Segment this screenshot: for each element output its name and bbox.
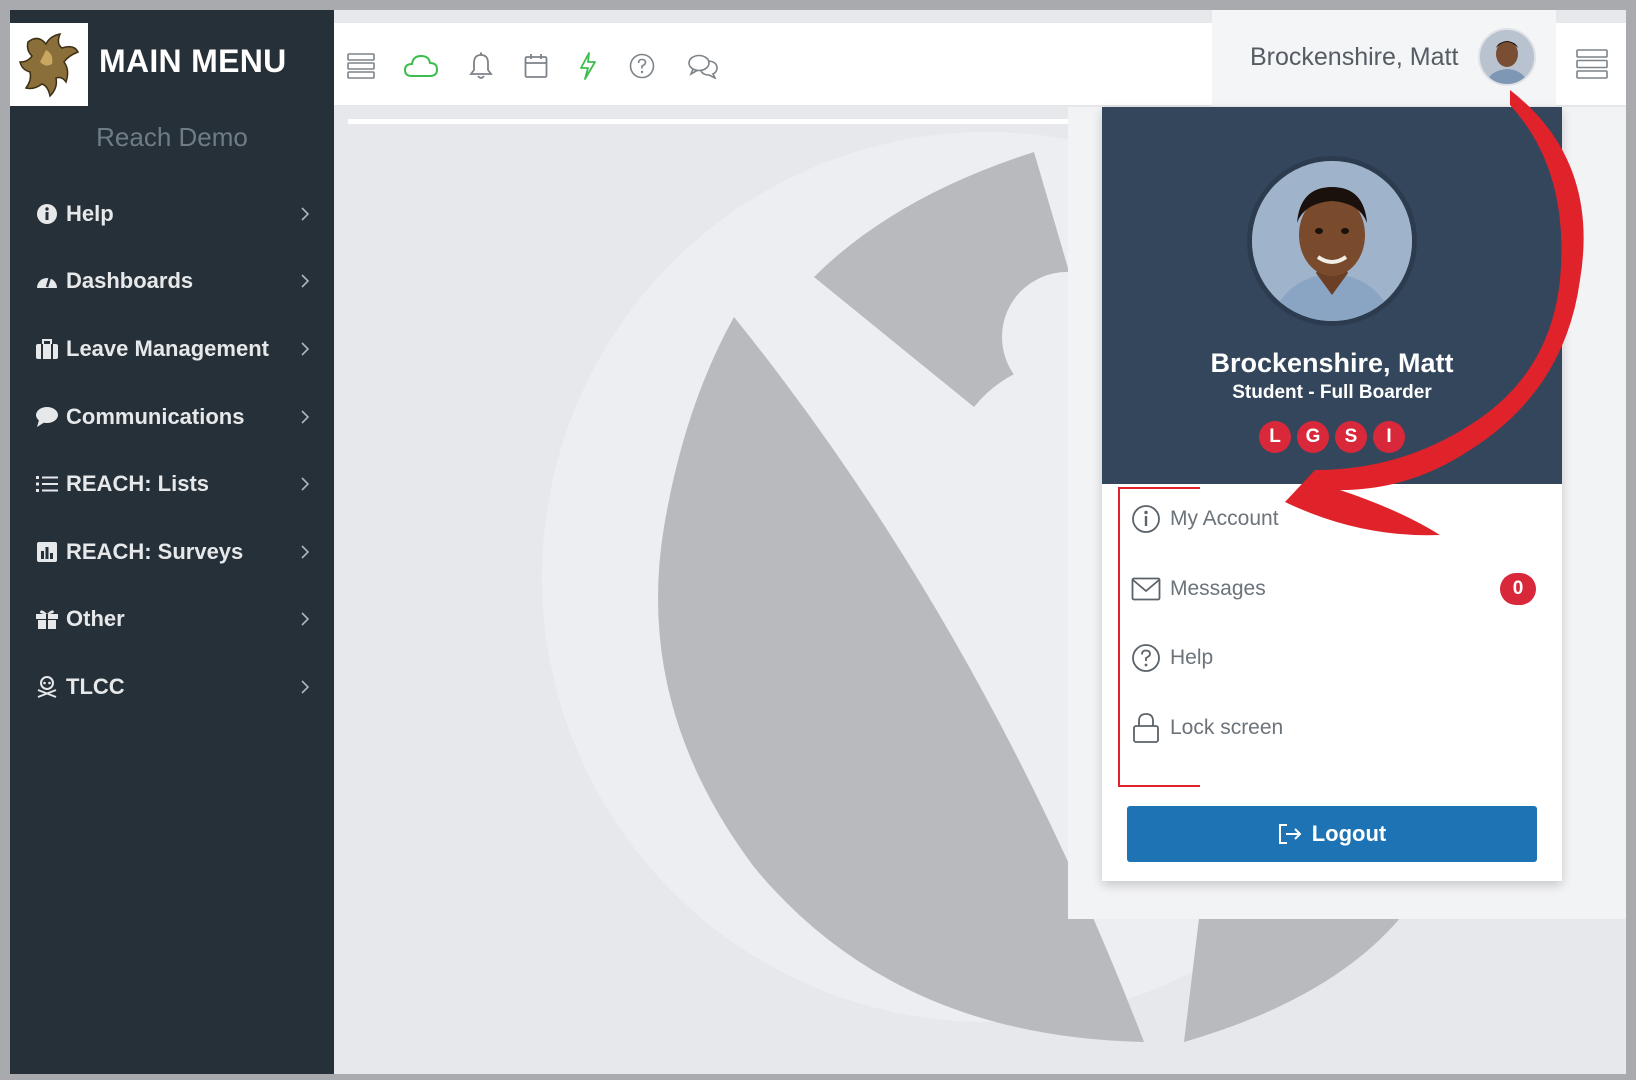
- calendar-icon[interactable]: [519, 49, 553, 83]
- question-circle-icon[interactable]: [625, 49, 659, 83]
- sidebar-item-label: REACH: Lists: [66, 471, 210, 497]
- sidebar-item-leave-management[interactable]: Leave Management: [10, 315, 334, 383]
- stack-menu-icon[interactable]: [344, 49, 378, 83]
- bar-chart-icon: [34, 539, 60, 565]
- profile-header: Brockenshire, Matt Student - Full Boarde…: [1102, 107, 1562, 484]
- user-menu-toggle[interactable]: Brockenshire, Matt: [1212, 10, 1556, 106]
- sidebar-item-reach-surveys[interactable]: REACH: Surveys: [10, 518, 334, 586]
- lightning-icon[interactable]: [571, 49, 605, 83]
- chevron-right-icon: [301, 342, 310, 356]
- sidebar-item-dashboards[interactable]: Dashboards: [10, 248, 334, 316]
- sign-out-icon: [1278, 824, 1302, 844]
- dashboard-gauge-icon: [34, 268, 60, 294]
- sidebar-item-label: REACH: Surveys: [66, 538, 244, 564]
- chevron-right-icon: [301, 274, 310, 288]
- chevron-right-icon: [301, 545, 310, 559]
- profile-badges: L G S I: [1102, 421, 1562, 453]
- griffin-crest-icon: [19, 32, 80, 98]
- org-name: Reach Demo: [96, 122, 248, 152]
- skull-crossbones-icon: [34, 674, 60, 700]
- briefcase-icon: [34, 336, 60, 362]
- chevron-right-icon: [301, 410, 310, 424]
- sidebar-item-other[interactable]: Other: [10, 586, 334, 654]
- info-circle-icon: [34, 201, 60, 227]
- annotation-bracket: [1118, 487, 1200, 787]
- profile-role: Student - Full Boarder: [1232, 382, 1432, 403]
- sidebar-item-label: Communications: [66, 403, 245, 429]
- sidebar-item-tlcc[interactable]: TLCC: [10, 653, 334, 721]
- chevron-right-icon: [301, 207, 310, 221]
- user-name: Brockenshire, Matt: [1250, 43, 1459, 71]
- avatar[interactable]: [1478, 28, 1536, 86]
- badge-g: G: [1297, 421, 1329, 453]
- sidebar-item-communications[interactable]: Communications: [10, 383, 334, 451]
- sidebar-item-reach-lists[interactable]: REACH: Lists: [10, 450, 334, 518]
- right-stack-menu-icon[interactable]: [1576, 49, 1616, 83]
- sidebar-item-label: Dashboards: [66, 268, 194, 294]
- sidebar-nav: Help Dashboards Leave Management Communi…: [10, 180, 334, 721]
- chat-bubbles-icon[interactable]: [686, 49, 720, 83]
- badge-l: L: [1259, 421, 1291, 453]
- school-logo[interactable]: [10, 23, 88, 106]
- badge-s: S: [1335, 421, 1367, 453]
- chevron-right-icon: [301, 477, 310, 491]
- sidebar-item-label: Leave Management: [66, 335, 269, 361]
- top-bar: Brockenshire, Matt: [334, 10, 1626, 106]
- brand-title: MAIN MENU: [99, 43, 287, 79]
- sidebar-item-label: TLCC: [66, 673, 125, 699]
- bell-icon[interactable]: [464, 49, 498, 83]
- sidebar-item-label: Other: [66, 606, 125, 632]
- chevron-right-icon: [301, 680, 310, 694]
- sidebar-item-help[interactable]: Help: [10, 180, 334, 248]
- speech-bubble-icon: [34, 404, 60, 430]
- app-window: MAIN MENU Reach Demo Help Dashboards Lea…: [10, 10, 1626, 1074]
- gift-icon: [34, 606, 60, 632]
- profile-photo: [1247, 156, 1417, 326]
- sidebar-item-label: Help: [66, 200, 114, 226]
- logout-button[interactable]: Logout: [1127, 806, 1537, 862]
- sidebar: MAIN MENU Reach Demo Help Dashboards Lea…: [10, 10, 334, 1074]
- brand-header: MAIN MENU: [10, 23, 334, 106]
- chevron-right-icon: [301, 612, 310, 626]
- message-count-badge: 0: [1500, 572, 1536, 605]
- badge-i: I: [1373, 421, 1405, 453]
- logout-label: Logout: [1311, 821, 1387, 846]
- cloud-icon[interactable]: [404, 49, 438, 83]
- profile-name: Brockenshire, Matt: [1210, 348, 1454, 378]
- list-icon: [34, 471, 60, 497]
